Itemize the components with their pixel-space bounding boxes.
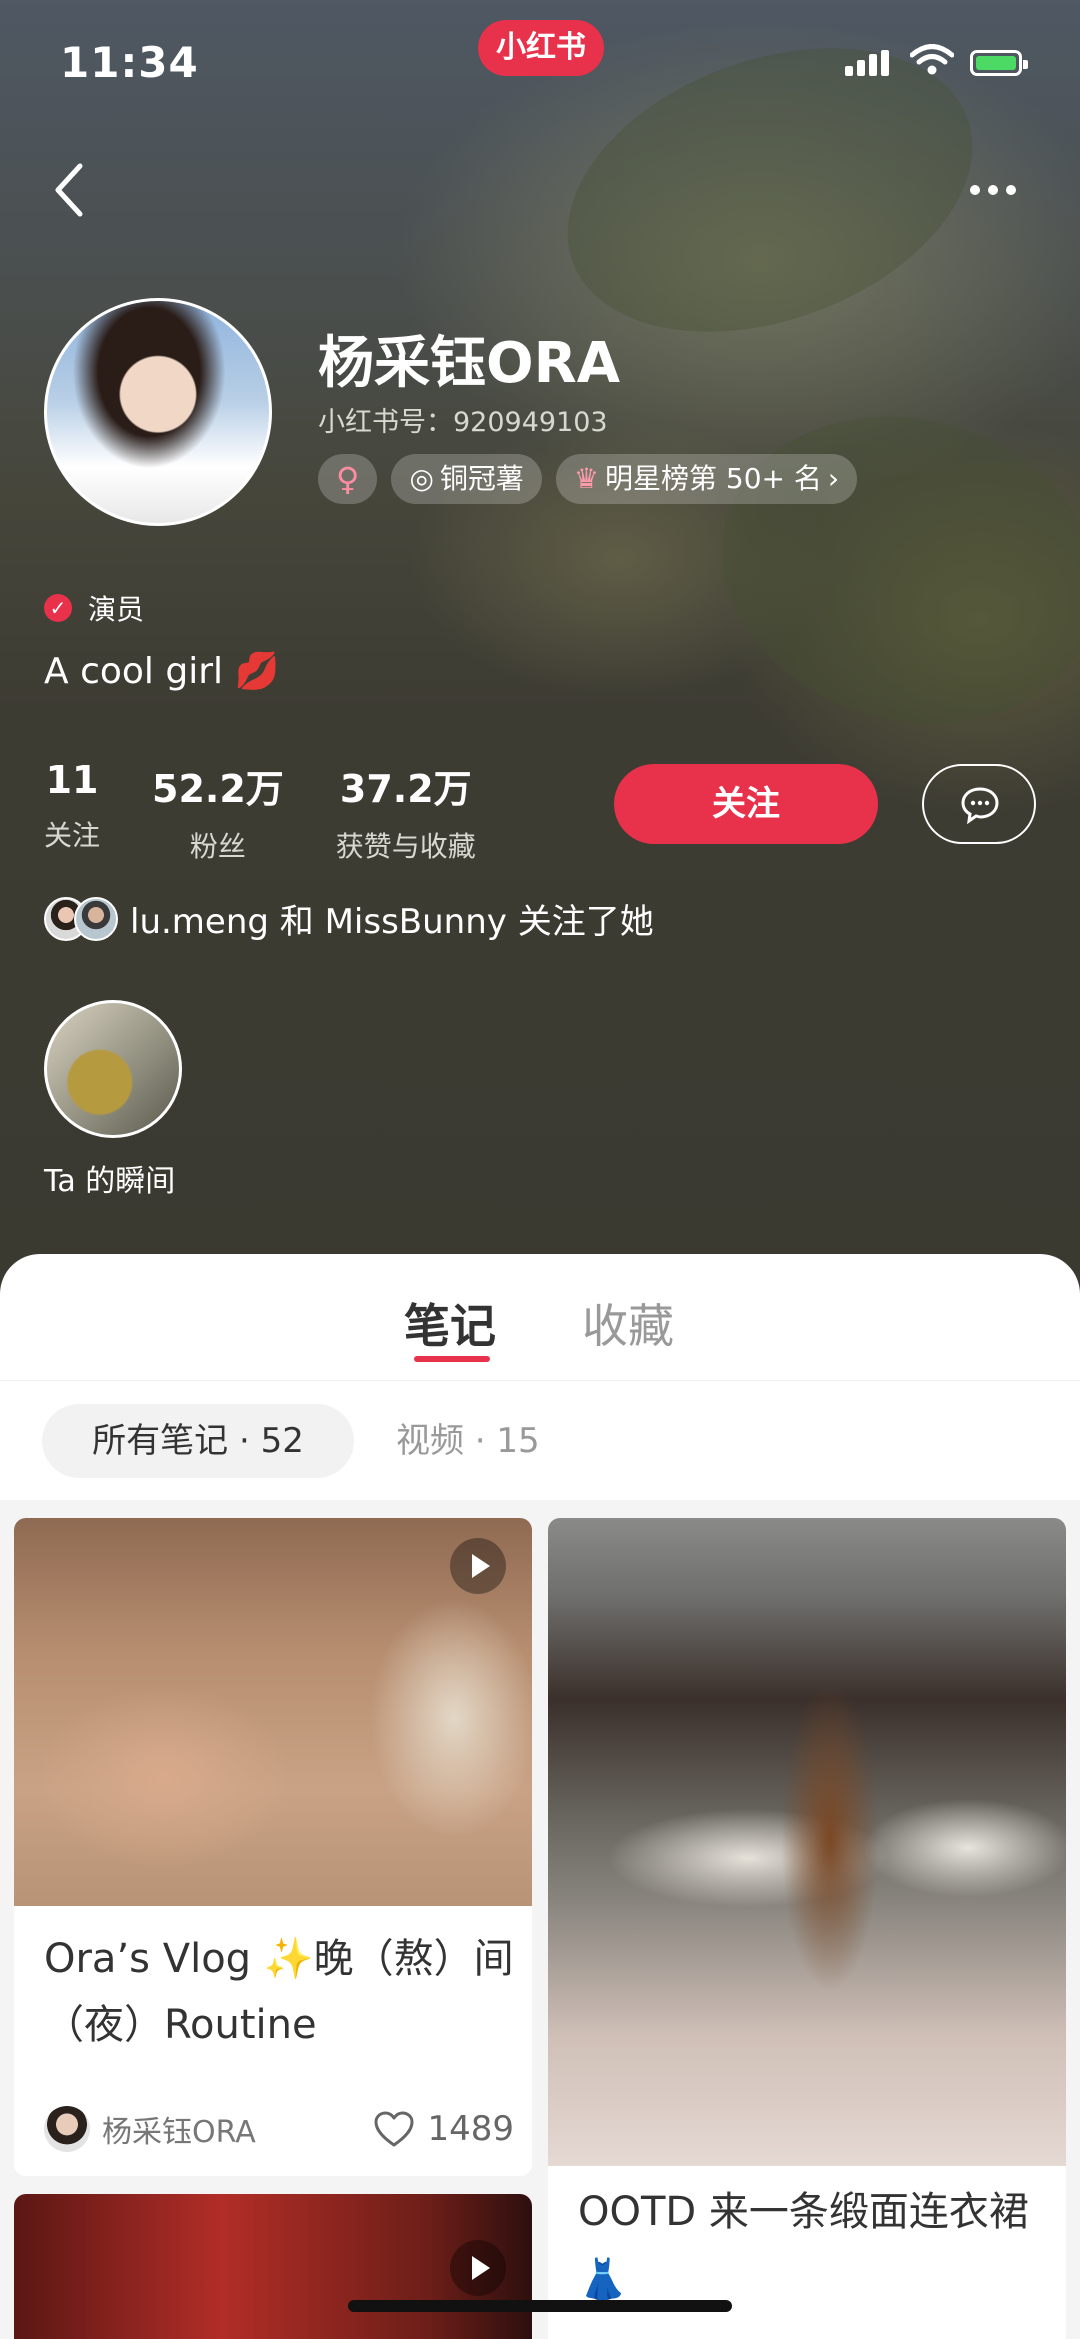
notes-sheet: 笔记 收藏 所有笔记 · 52 视频 · 15 Ora’s Vlog ✨晚（熬）… — [0, 1254, 1080, 2339]
video-play-icon — [450, 1538, 506, 1594]
stat-label: 关注 — [44, 819, 101, 852]
note-card[interactable] — [14, 2194, 532, 2339]
status-bar: 11:34 小红书 — [0, 0, 1080, 130]
profile-bio: A cool girl 💋 — [44, 651, 280, 692]
verified-check-icon: ✓ — [44, 594, 72, 622]
heart-icon — [374, 2111, 414, 2147]
red-id: 小红书号：920949103 — [318, 407, 608, 438]
note-card[interactable]: OOTD 来一条缎面连衣裙👗 — [548, 1518, 1066, 2339]
note-meta: 杨采钰ORA 1489 — [44, 2104, 514, 2154]
medal-icon: ◎ — [409, 462, 434, 495]
crown-icon: ♛ — [573, 462, 599, 495]
gender-tag: ♀ — [318, 454, 378, 504]
mutual-followers-text: lu.meng 和 MissBunny 关注了她 — [130, 902, 654, 942]
cellular-signal-icon — [845, 50, 893, 76]
app-logo: 小红书 — [478, 20, 604, 76]
back-arrow-icon[interactable] — [52, 160, 86, 220]
stat-following[interactable]: 11 关注 — [44, 758, 100, 865]
note-filters: 所有笔记 · 52 视频 · 15 — [0, 1380, 1080, 1501]
wifi-icon — [910, 44, 954, 75]
moment-label: Ta 的瞬间 — [44, 1164, 176, 1199]
video-play-icon — [450, 2240, 506, 2296]
verification-badge: ✓ 演员 — [44, 588, 144, 628]
filter-all-notes[interactable]: 所有笔记 · 52 — [42, 1404, 354, 1478]
home-indicator[interactable] — [348, 2300, 732, 2312]
mutual-followers[interactable]: lu.meng 和 MissBunny 关注了她 — [44, 894, 654, 943]
stat-value: 52.2万 — [152, 767, 284, 811]
female-icon: ♀ — [336, 460, 360, 498]
status-time: 11:34 — [60, 38, 199, 87]
follow-button[interactable]: 关注 — [614, 764, 878, 844]
profile-stats: 11 关注 52.2万 粉丝 37.2万 获赞与收藏 — [44, 758, 528, 865]
profile-avatar[interactable] — [44, 298, 272, 526]
content-tabs: 笔记 收藏 — [0, 1254, 1080, 1381]
stat-followers[interactable]: 52.2万 粉丝 — [152, 758, 284, 865]
chevron-right-icon: › — [827, 462, 840, 495]
note-title: Ora’s Vlog ✨晚（熬）间（夜）Routine — [44, 1936, 514, 2048]
stat-label: 获赞与收藏 — [335, 830, 476, 863]
friend-avatar — [74, 896, 118, 941]
more-options-icon[interactable] — [970, 180, 1030, 195]
active-tab-indicator — [414, 1356, 490, 1362]
stat-value: 11 — [45, 758, 99, 802]
profile-tags: ♀ ◎ 铜冠薯 ♛ 明星榜第 50+ 名 › — [318, 454, 858, 504]
notes-feed: Ora’s Vlog ✨晚（熬）间（夜）Routine 杨采钰ORA 1489 … — [0, 1500, 1080, 2339]
filter-videos[interactable]: 视频 · 15 — [396, 1404, 540, 1478]
author-avatar — [44, 2106, 90, 2152]
note-cover-image — [548, 1518, 1066, 2166]
star-rank-label: 明星榜第 50+ 名 — [605, 462, 822, 495]
like-button[interactable]: 1489 — [373, 2109, 514, 2149]
like-count: 1489 — [427, 2109, 514, 2149]
stat-likes-collects[interactable]: 37.2万 获赞与收藏 — [336, 758, 476, 865]
star-rank-tag[interactable]: ♛ 明星榜第 50+ 名 › — [555, 454, 858, 504]
note-title: OOTD 来一条缎面连衣裙👗 — [578, 2189, 1029, 2303]
moment-thumbnail[interactable] — [44, 1000, 182, 1138]
note-card[interactable]: Ora’s Vlog ✨晚（熬）间（夜）Routine 杨采钰ORA 1489 — [14, 1518, 532, 2176]
tab-collections[interactable]: 收藏 — [582, 1290, 674, 1356]
verification-label: 演员 — [88, 593, 145, 626]
profile-name: 杨采钰ORA — [318, 331, 621, 396]
level-tag[interactable]: ◎ 铜冠薯 — [391, 454, 542, 504]
chat-bubble-icon — [961, 787, 999, 824]
tab-notes[interactable]: 笔记 — [404, 1290, 496, 1356]
level-tag-label: 铜冠薯 — [439, 462, 524, 495]
palm-frond-decoration — [687, 375, 1080, 765]
message-button[interactable] — [922, 764, 1036, 844]
battery-icon — [970, 50, 1028, 76]
note-author: 杨采钰ORA — [102, 2115, 256, 2150]
stat-value: 37.2万 — [339, 767, 472, 811]
stat-label: 粉丝 — [189, 830, 246, 863]
